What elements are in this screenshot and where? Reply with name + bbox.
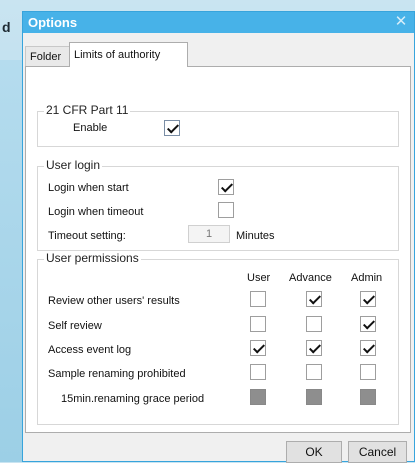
sample-renaming-user-checkbox[interactable] [250,364,266,380]
column-header-user: User [247,272,271,284]
dialog-title: Options [28,15,78,30]
grace-period-advance-checkbox [306,389,322,405]
sample-renaming-admin-checkbox[interactable] [360,364,376,380]
user-permissions-legend: User permissions [44,251,141,265]
sample-renaming-label: Sample renaming prohibited [48,368,186,380]
access-event-log-admin-checkbox[interactable] [360,340,376,356]
tab-limits-of-authority[interactable]: Limits of authority [69,42,188,67]
grace-period-user-checkbox [250,389,266,405]
user-permissions-group: User permissions User Advance Admin Revi… [37,251,399,425]
dialog-titlebar[interactable]: Options ✕ [23,12,414,33]
review-others-label: Review other users' results [48,295,180,307]
self-review-label: Self review [48,320,102,332]
sample-renaming-advance-checkbox[interactable] [306,364,322,380]
enable-checkbox[interactable] [164,120,180,136]
background-window-text: d [2,19,11,35]
login-when-timeout-checkbox[interactable] [218,202,234,218]
tab-folder[interactable]: Folder [25,46,70,66]
self-review-admin-checkbox[interactable] [360,316,376,332]
column-header-advance: Advance [289,272,332,284]
enable-label: Enable [73,122,108,134]
login-when-start-label: Login when start [48,182,129,194]
review-others-admin-checkbox[interactable] [360,291,376,307]
login-when-start-checkbox[interactable] [218,179,234,195]
grace-period-admin-checkbox [360,389,376,405]
access-event-log-user-checkbox[interactable] [250,340,266,356]
review-others-user-checkbox[interactable] [250,291,266,307]
cfr-part11-group: 21 CFR Part 11 Enable [37,103,399,147]
options-dialog: Options ✕ Folder Limits of authority 21 … [22,11,415,463]
tab-panel-limits-of-authority: 21 CFR Part 11 Enable User login Login w… [25,66,411,433]
access-event-log-advance-checkbox[interactable] [306,340,322,356]
self-review-advance-checkbox[interactable] [306,316,322,332]
review-others-advance-checkbox[interactable] [306,291,322,307]
cancel-button[interactable]: Cancel [348,441,407,463]
background-window-pane [0,60,22,462]
self-review-user-checkbox[interactable] [250,316,266,332]
access-event-log-label: Access event log [48,344,132,356]
login-when-timeout-label: Login when timeout [48,206,144,218]
user-login-legend: User login [44,158,103,172]
column-header-admin: Admin [351,272,383,284]
grace-period-label: 15min.renaming grace period [61,393,205,405]
close-icon[interactable]: ✕ [392,13,410,31]
cfr-part11-legend: 21 CFR Part 11 [44,103,131,117]
timeout-setting-label: Timeout setting: [48,230,126,242]
timeout-unit-label: Minutes [236,230,275,242]
ok-button[interactable]: OK [286,441,342,463]
timeout-minutes-input[interactable]: 1 [188,225,230,243]
user-login-group: User login Login when start Login when t… [37,158,399,251]
